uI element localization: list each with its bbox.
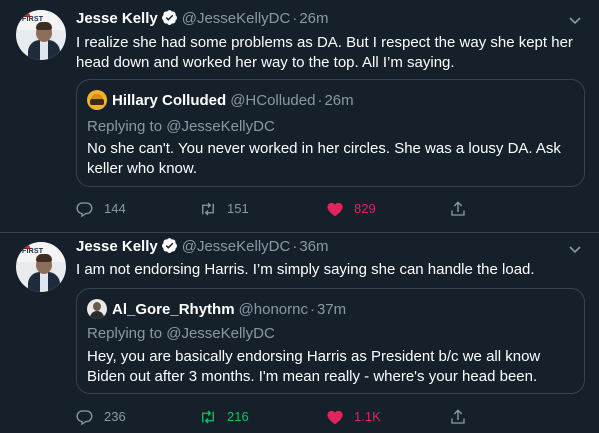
tweet-actions: 236 216 1.1K xyxy=(76,407,496,427)
quote-separator-dot: · xyxy=(317,92,323,109)
like-count: 829 xyxy=(354,201,376,216)
reply-count: 236 xyxy=(104,409,126,424)
quote-header: Al_Gore_Rhythm @honornc · 37m xyxy=(87,299,346,319)
quote-author-handle[interactable]: @HColluded xyxy=(230,92,315,109)
avatar[interactable]: FIRST xyxy=(16,10,66,60)
quote-header: Hillary Colluded @HColluded · 26m xyxy=(87,90,354,110)
tweet-header: Jesse Kelly @JesseKellyDC · 36m xyxy=(76,237,329,257)
heart-icon xyxy=(326,409,354,425)
author-name[interactable]: Jesse Kelly xyxy=(76,10,158,27)
quote-text: Hey, you are basically endorsing Harris … xyxy=(87,348,541,385)
quote-avatar xyxy=(87,299,107,319)
tweet-time[interactable]: 26m xyxy=(299,10,328,27)
reply-icon xyxy=(76,409,104,426)
separator-dot: · xyxy=(292,10,298,27)
quote-author-name[interactable]: Hillary Colluded xyxy=(112,92,226,109)
quote-time: 26m xyxy=(324,92,354,109)
author-name[interactable]: Jesse Kelly xyxy=(76,238,158,255)
tweet-text: I realize she had some problems as DA. B… xyxy=(76,34,573,71)
heart-icon xyxy=(326,201,354,217)
author-handle[interactable]: @JesseKellyDC xyxy=(182,10,291,27)
replying-to[interactable]: Replying to @JesseKellyDC xyxy=(87,324,275,344)
like-button[interactable]: 829 xyxy=(326,199,376,219)
like-button[interactable]: 1.1K xyxy=(326,407,381,427)
reply-button[interactable]: 236 xyxy=(76,407,126,427)
author-handle[interactable]: @JesseKellyDC xyxy=(182,238,291,255)
chevron-down-icon[interactable] xyxy=(567,241,583,257)
share-button[interactable] xyxy=(449,407,477,427)
avatar-shirt xyxy=(40,40,48,60)
separator-dot: · xyxy=(292,238,298,255)
retweet-count: 151 xyxy=(227,201,249,216)
reply-count: 144 xyxy=(104,201,126,216)
tweet-header: Jesse Kelly @JesseKellyDC · 26m xyxy=(76,9,329,29)
quote-author-handle[interactable]: @honornc xyxy=(239,301,308,318)
share-button[interactable] xyxy=(449,199,477,219)
like-count: 1.1K xyxy=(354,409,381,424)
share-icon xyxy=(449,409,477,424)
quote-author-name[interactable]: Al_Gore_Rhythm xyxy=(112,301,235,318)
tweet-time[interactable]: 36m xyxy=(299,238,328,255)
quoted-tweet[interactable]: Al_Gore_Rhythm @honornc · 37m Replying to @… xyxy=(76,288,585,394)
reply-icon xyxy=(76,201,104,218)
quoted-tweet[interactable]: Hillary Colluded @HColluded · 26m Replying … xyxy=(76,79,585,187)
share-icon xyxy=(449,201,477,216)
retweet-icon xyxy=(199,201,227,216)
tweet-text: I am not endorsing Harris. I’m simply sa… xyxy=(76,261,535,278)
quote-avatar xyxy=(87,90,107,110)
avatar-shirt xyxy=(40,272,48,292)
retweet-count: 216 xyxy=(227,409,249,424)
verified-badge-icon xyxy=(161,237,178,260)
chevron-down-icon[interactable] xyxy=(567,12,583,28)
avatar[interactable]: FIRST xyxy=(16,242,66,292)
tweet[interactable]: FIRST Jesse Kelly @JesseKellyDC · 26m I rea… xyxy=(0,0,599,232)
reply-button[interactable]: 144 xyxy=(76,199,126,219)
retweet-button[interactable]: 151 xyxy=(199,199,249,219)
verified-badge-icon xyxy=(161,9,178,32)
retweet-icon xyxy=(199,409,227,424)
quote-separator-dot: · xyxy=(309,301,315,318)
tweet[interactable]: FIRST Jesse Kelly @JesseKellyDC · 36m I am … xyxy=(0,233,599,433)
retweet-button[interactable]: 216 xyxy=(199,407,249,427)
quote-text: No she can't. You never worked in her ci… xyxy=(87,140,561,177)
quote-time: 37m xyxy=(316,301,347,318)
avatar-hair xyxy=(36,254,52,262)
avatar-hair xyxy=(36,22,52,30)
replying-to[interactable]: Replying to @JesseKellyDC xyxy=(87,117,275,137)
tweet-actions: 144 151 829 xyxy=(76,199,496,219)
